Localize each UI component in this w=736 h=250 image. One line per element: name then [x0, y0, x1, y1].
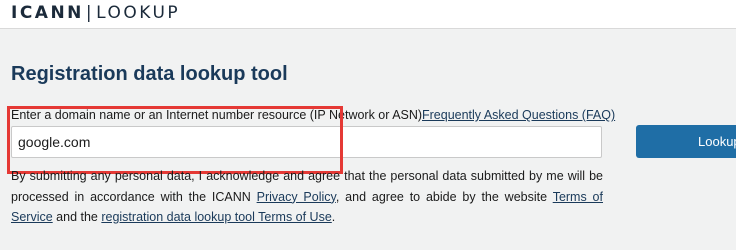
disclaimer-part3: and the [52, 210, 102, 224]
privacy-policy-link[interactable]: Privacy Policy [257, 190, 336, 204]
logo-brand: ICANN [11, 3, 84, 23]
logo-product: LOOKUP [96, 3, 181, 23]
search-field-label: Enter a domain name or an Internet numbe… [11, 108, 423, 122]
page-title: Registration data lookup tool [11, 63, 288, 85]
logo-separator: | [85, 3, 95, 23]
rdlt-terms-of-use-link[interactable]: registration data lookup tool Terms of U… [101, 210, 331, 224]
search-input[interactable] [11, 126, 602, 158]
top-bar: ICANN | LOOKUP [0, 0, 736, 29]
icann-lookup-logo[interactable]: ICANN | LOOKUP [11, 3, 180, 23]
lookup-button[interactable]: Lookup [636, 125, 736, 158]
faq-link[interactable]: Frequently Asked Questions (FAQ) [422, 108, 615, 122]
disclaimer-part4: . [331, 210, 336, 224]
disclaimer-part2: , and agree to abide by the website [335, 189, 553, 204]
disclaimer-text: By submitting any personal data, I ackno… [11, 166, 603, 228]
